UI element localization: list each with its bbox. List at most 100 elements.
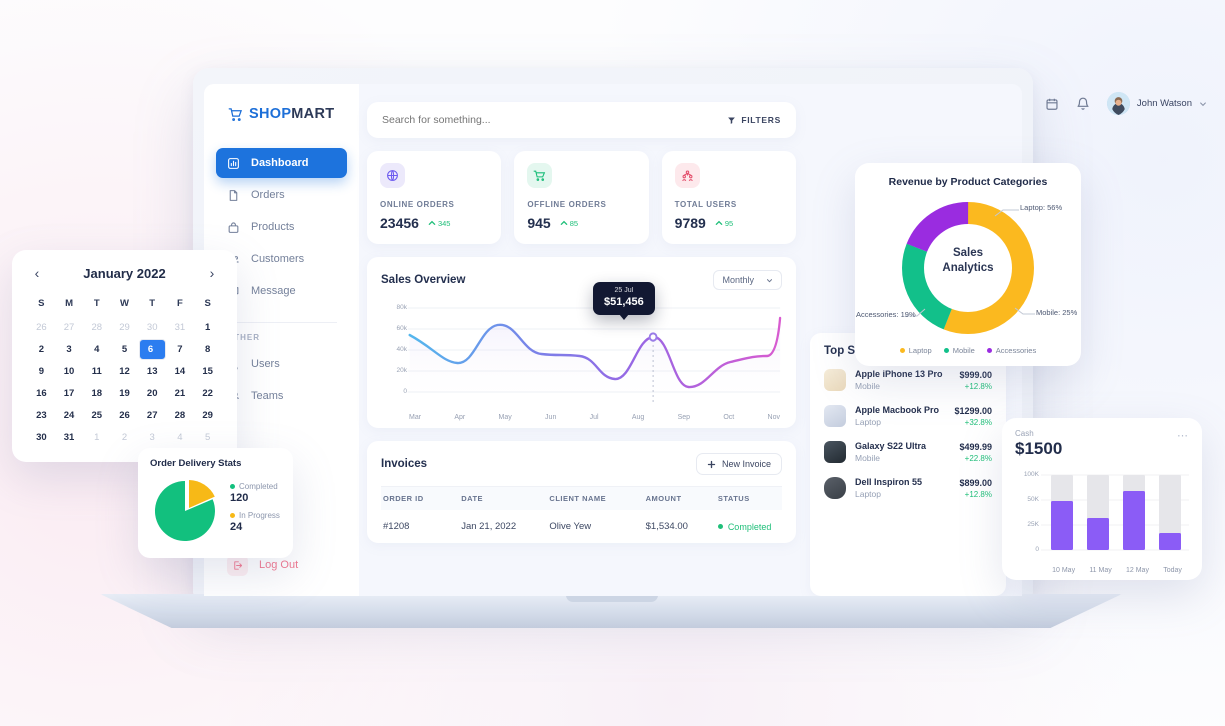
period-select-value: Monthly [722,275,754,285]
calendar-icon[interactable] [1045,97,1059,111]
calendar-day[interactable]: 31 [167,317,194,338]
stat-card-offline-orders[interactable]: OFFLINE ORDERS 945 85 [514,151,649,244]
caret-up-icon [560,220,568,225]
calendar-day[interactable]: 12 [111,361,138,382]
product-name: Apple Macbook Pro [855,405,940,415]
chevron-down-icon [1200,101,1206,106]
sales-x-axis: Mar Apr May Jun Jul Aug Sep Oct Nov [409,414,780,421]
user-menu[interactable]: John Watson [1106,92,1207,115]
calendar-day[interactable]: 27 [56,317,83,338]
calendar-day[interactable]: 16 [28,383,55,404]
calendar-day[interactable]: 27 [139,405,166,426]
calendar-day[interactable]: 3 [139,427,166,448]
calendar-day[interactable]: 19 [111,383,138,404]
calendar-day[interactable]: 8 [194,339,221,360]
stat-label: TOTAL USERS [674,200,737,209]
calendar-day[interactable]: 4 [167,427,194,448]
stat-card-online-orders[interactable]: ONLINE ORDERS 23456 345 [367,151,502,244]
calendar-day[interactable]: 29 [194,405,221,426]
cell-amount: $1,534.00 [645,521,688,532]
sales-tooltip: 25 Jul $51,456 [593,282,655,320]
product-change: +32.8% [964,417,992,427]
calendar-day[interactable]: 4 [83,339,110,360]
list-item[interactable]: Galaxy S22 Ultra Mobile $499.99 +22.8% [824,441,992,463]
list-item[interactable]: Apple iPhone 13 Pro Mobile $999.00 +12.8… [824,369,992,391]
calendar-day[interactable]: 28 [83,317,110,338]
calendar-day[interactable]: 13 [139,361,166,382]
calendar-day[interactable]: 9 [28,361,55,382]
calendar-prev-button[interactable]: ‹ [28,264,46,282]
calendar-day[interactable]: 14 [167,361,194,382]
calendar-day[interactable]: 15 [194,361,221,382]
invoices-title: Invoices [381,458,428,470]
list-item[interactable]: Apple Macbook Pro Laptop $1299.00 +32.8% [824,405,992,427]
cell-order-id: #1208 [383,521,410,532]
revenue-center-line1: Sales [952,247,984,259]
calendar-day[interactable]: 28 [167,405,194,426]
sidebar-item-label: Customers [251,253,305,265]
product-name: Dell Inspiron 55 [855,477,923,487]
stat-label: OFFLINE ORDERS [527,200,607,209]
legend-label: Mobile [952,346,975,355]
calendar-day[interactable]: 1 [194,317,221,338]
new-invoice-button[interactable]: New Invoice [695,453,782,475]
calendar-grid: S M T W T F S 26 27 28 29 30 31 1 2 3 4 … [28,294,221,448]
filters-button[interactable]: FILTERS [727,115,781,125]
legend-item-completed: Completed [230,482,280,491]
invoices-card: Invoices New Invoice ORDER ID DATE CLIEN… [367,441,796,543]
calendar-day[interactable]: 2 [28,339,55,360]
calendar-day[interactable]: 26 [28,317,55,338]
legend-item-mobile: Mobile [943,346,975,355]
calendar-day[interactable]: 20 [139,383,166,404]
calendar-day[interactable]: 25 [83,405,110,426]
plus-icon [707,460,716,468]
calendar-day[interactable]: 30 [28,427,55,448]
tooltip-date: 25 Jul [614,287,634,294]
sidebar-item-products[interactable]: Products [216,212,347,242]
stat-row: 23456 345 [380,215,488,231]
sidebar-item-orders[interactable]: Orders [216,180,347,210]
calendar-day[interactable]: 26 [111,405,138,426]
product-price: $899.00 [959,477,992,488]
calendar-day[interactable]: 22 [194,383,221,404]
more-horizontal-icon[interactable]: ⋯ [1177,429,1189,442]
user-name: John Watson [1136,98,1192,109]
calendar-day[interactable]: 5 [111,339,138,360]
product-meta: $1299.00 +32.8% [954,406,992,427]
calendar-day[interactable]: 24 [56,405,83,426]
product-price: $999.00 [959,369,992,380]
cash-widget: Cash $1500 ⋯ 100K 50K 25K 0 10 May 11 Ma… [1002,418,1202,580]
legend-label: Accessories [995,346,1037,355]
calendar-day[interactable]: 10 [56,361,83,382]
calendar-day[interactable]: 5 [194,427,221,448]
sidebar-item-dashboard[interactable]: Dashboard [216,148,347,178]
calendar-day[interactable]: 1 [83,427,110,448]
brand-logo[interactable]: SHOPMART [204,106,359,122]
stat-card-total-users[interactable]: TOTAL USERS 9789 95 [661,151,796,244]
bell-icon[interactable] [1076,97,1090,111]
calendar-day[interactable]: 11 [83,361,110,382]
calendar-day[interactable]: 7 [167,339,194,360]
calendar-day[interactable]: 2 [111,427,138,448]
calendar-day-selected[interactable]: 6 [138,339,166,360]
list-item[interactable]: Dell Inspiron 55 Laptop $899.00 +12.8% [824,477,992,499]
bag-icon [228,221,239,233]
calendar-day[interactable]: 21 [167,383,194,404]
calendar-day[interactable]: 29 [111,317,138,338]
cash-value: $1500 [1015,439,1063,458]
legend-label: Completed [239,482,278,491]
search-input[interactable] [382,114,728,126]
avatar-image [1106,92,1130,115]
table-row[interactable]: #1208 Jan 21, 2022 Olive Yew $1,534.00 C… [381,510,782,543]
legend-item-laptop: Laptop [899,346,932,355]
calendar-day[interactable]: 17 [56,383,83,404]
calendar-next-button[interactable]: › [203,264,221,282]
calendar-day[interactable]: 23 [28,405,55,426]
calendar-day[interactable]: 3 [56,339,83,360]
calendar-day[interactable]: 18 [83,383,110,404]
period-select[interactable]: Monthly [713,270,782,290]
calendar-day[interactable]: 31 [56,427,83,448]
product-meta: $999.00 +12.8% [959,370,992,391]
calendar-day[interactable]: 30 [139,317,166,338]
cart-icon-box [527,163,553,188]
